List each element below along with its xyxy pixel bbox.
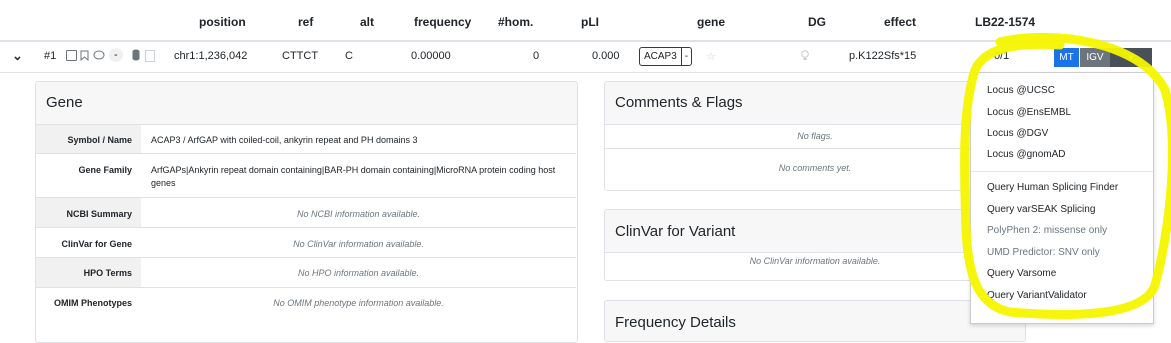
no-comments-text: No comments yet. — [778, 163, 852, 173]
comments-card-title: Comments & Flags — [605, 82, 1025, 125]
acmg-badge[interactable]: - — [109, 48, 123, 62]
comments-card: Comments & Flags No flags. No comments y… — [604, 81, 1026, 191]
clinvar-card-title: ClinVar for Variant — [605, 210, 1025, 253]
gene-label[interactable]: ACAP3 — [640, 48, 681, 65]
variant-genotype: 0/1 — [994, 50, 1010, 62]
col-gene[interactable]: gene — [697, 15, 725, 29]
variant-position[interactable]: chr1:1,236,042 — [174, 50, 247, 62]
menu-item-locus-ensembl[interactable]: Locus @EnsEMBL — [987, 107, 1071, 118]
sheet-icon[interactable] — [145, 50, 155, 62]
gene-row-key: ClinVar for Gene — [61, 239, 132, 249]
igv-button[interactable]: IGV — [1080, 48, 1110, 67]
menu-item-hsf[interactable]: Query Human Splicing Finder — [987, 182, 1118, 193]
gene-row-value: No ClinVar information available. — [293, 239, 424, 249]
lightbulb-icon — [801, 50, 809, 60]
gene-row-key: Symbol / Name — [67, 135, 132, 145]
database-icon[interactable] — [132, 49, 140, 61]
menu-item-locus-ucsc[interactable]: Locus @UCSC — [987, 85, 1055, 96]
menu-item-locus-dgv[interactable]: Locus @DGV — [987, 128, 1048, 139]
gene-dropdown[interactable]: - — [680, 48, 691, 65]
col-sample[interactable]: LB22-1574 — [975, 15, 1035, 29]
menu-item-variantvalidator[interactable]: Query VariantValidator — [987, 290, 1087, 301]
gene-row-key: OMIM Phenotypes — [53, 298, 132, 308]
gene-card: Gene Symbol / Name ACAP3 / ArfGAP with c… — [35, 81, 578, 343]
gene-row-family: Gene Family ArfGAPs|Ankyrin repeat domai… — [36, 153, 576, 198]
gene-row-value: ACAP3 / ArfGAP with coiled-coil, ankyrin… — [151, 135, 418, 145]
checkbox-icon[interactable] — [66, 50, 77, 61]
variant-hom: 0 — [533, 50, 540, 62]
dropdown-menu: Locus @UCSC Locus @EnsEMBL Locus @DGV Lo… — [970, 72, 1154, 324]
col-effect[interactable]: effect — [884, 15, 916, 29]
gene-row-value: ArfGAPs|Ankyrin repeat domain containing… — [151, 165, 556, 188]
gene-row-symbol: Symbol / Name ACAP3 / ArfGAP with coiled… — [36, 124, 576, 154]
gene-button[interactable]: ACAP3 - — [639, 47, 693, 66]
bookmark-icon[interactable] — [80, 50, 89, 61]
gene-row-omim: OMIM Phenotypes No OMIM phenotype inform… — [36, 287, 576, 318]
variant-alt: C — [345, 50, 353, 62]
chevron-down-icon[interactable]: ⌄ — [12, 48, 23, 64]
comment-icon[interactable] — [93, 50, 105, 61]
clinvar-empty-text: No ClinVar information available. — [749, 256, 881, 266]
variant-effect: p.K122Sfs*15 — [849, 50, 917, 62]
no-flags-text: No flags. — [605, 125, 1025, 149]
clinvar-card: ClinVar for Variant No ClinVar informati… — [604, 209, 1026, 281]
variant-ref: CTTCT — [282, 50, 319, 62]
variant-pli: 0.000 — [592, 50, 620, 62]
gene-row-key: Gene Family — [78, 165, 132, 175]
menu-item-polyphen: PolyPhen 2: missense only — [987, 225, 1108, 236]
menu-item-umd: UMD Predictor: SNV only — [987, 247, 1100, 258]
table-header: position ref alt frequency #hom. pLI gen… — [0, 0, 1171, 42]
gene-row-ncbi: NCBI Summary No NCBI information availab… — [36, 197, 576, 228]
gene-row-key: HPO Terms — [83, 268, 132, 278]
star-icon[interactable]: ☆ — [706, 50, 716, 63]
gene-row-key: NCBI Summary — [66, 209, 132, 219]
col-ref[interactable]: ref — [298, 15, 313, 29]
col-dg[interactable]: DG — [808, 15, 826, 29]
gene-row-hpo: HPO Terms No HPO information available. — [36, 257, 576, 288]
variant-frequency: 0.00000 — [411, 50, 451, 62]
col-position[interactable]: position — [199, 15, 246, 29]
frequency-card: Frequency Details — [604, 300, 1026, 342]
gene-row-value: No NCBI information available. — [296, 209, 421, 219]
col-hom[interactable]: #hom. — [498, 15, 533, 29]
gene-row-value: No HPO information available. — [297, 268, 420, 278]
menu-item-varsome[interactable]: Query Varsome — [987, 268, 1056, 279]
mt-button[interactable]: MT — [1054, 48, 1079, 67]
menu-divider — [971, 171, 1153, 172]
variant-index: #1 — [44, 50, 57, 62]
gene-row-value: No OMIM phenotype information available. — [273, 298, 444, 308]
col-pli[interactable]: pLI — [581, 15, 599, 29]
caret-down-icon[interactable]: ▼ — [1110, 48, 1152, 67]
variant-row[interactable]: ⌄ #1 - chr1:1,236,042 CTTCT C 0.00000 0 … — [0, 40, 1171, 73]
menu-item-locus-gnomad[interactable]: Locus @gnomAD — [987, 149, 1066, 160]
col-frequency[interactable]: frequency — [414, 15, 471, 29]
menu-item-varseak[interactable]: Query varSEAK Splicing — [987, 204, 1095, 215]
gene-row-clinvar: ClinVar for Gene No ClinVar information … — [36, 227, 576, 258]
col-alt[interactable]: alt — [360, 15, 374, 29]
gene-card-title: Gene — [36, 82, 577, 125]
